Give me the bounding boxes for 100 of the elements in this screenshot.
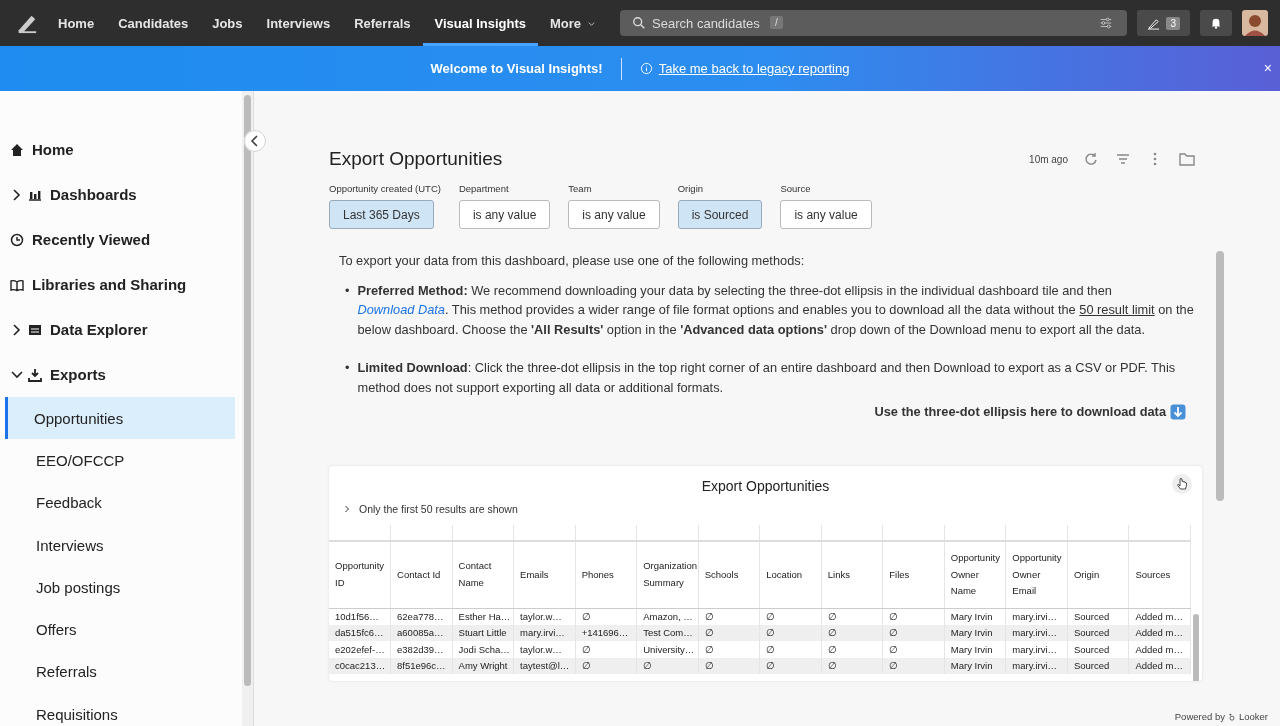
table-cell: mary.irvi… [513,624,576,641]
column-header[interactable]: Phones [575,541,637,608]
results-note[interactable]: Only the first 50 results are shown [343,503,1202,515]
column-header[interactable]: Links [821,541,883,608]
sidebar-item[interactable]: Feedback [5,481,235,524]
filter-button[interactable]: Last 365 Days [329,200,434,229]
table-cell: mary.irvi… [1005,657,1068,674]
sidebar-item[interactable]: Referrals [5,650,235,694]
table-cell: Added m… [1128,641,1191,658]
column-header[interactable]: Contact Name [452,541,514,608]
bullet-marker: • [345,359,350,377]
sidebar-item[interactable]: Home [0,127,242,172]
sidebar-item[interactable]: Dashboards [0,172,242,217]
sidebar-item[interactable]: Opportunities [5,397,235,440]
sidebar-item[interactable]: Data Explorer [0,307,242,352]
sidebar-item[interactable]: Interviews [5,523,235,567]
table-cell: Sourced [1067,641,1129,658]
sidebar-item[interactable]: Offers [5,608,235,651]
bullet-marker: • [345,281,350,300]
sidebar-item[interactable]: Job postings [5,566,235,609]
table-cell: a60085a… [390,624,453,641]
nav-tab[interactable]: Referrals [342,0,423,46]
updated-time: 10m ago [1029,153,1068,165]
close-button[interactable]: × [1263,60,1272,76]
filter-button[interactable]: is any value [568,200,660,229]
nav-tab[interactable]: Interviews [254,0,343,46]
nav-tab[interactable]: Jobs [200,0,255,46]
table-cell: Sourced [1067,608,1129,625]
tile-title: Export Opportunities [701,478,830,494]
text-link[interactable]: Download Data [357,302,445,317]
table-cell: ∅ [698,624,760,641]
table-cell: Mary Irvin [944,624,1006,641]
table-cell: ∅ [698,641,760,658]
table-cell: 10d1f56… [329,608,391,625]
intro-text: To export your data from this dashboard, please use one of the following methods: [339,252,806,270]
column-header[interactable]: Opportunity ID [329,541,391,608]
table-cell: mary.irvi… [1005,608,1068,625]
table-cell: mary.irvi… [1005,641,1068,658]
table-cell: Mary Irvin [944,657,1006,674]
table-cell: ∅ [821,608,883,625]
table-cell: ∅ [821,624,883,641]
column-header[interactable]: Organization Summary [636,541,699,608]
nav-tab[interactable]: Home [46,0,107,46]
table-cell: ∅ [882,641,945,658]
table-cell: Sourced [1067,624,1129,641]
table-cell: 8f51e96c… [390,657,453,674]
hint-text: Use the three-dot ellipsis here to download data [874,403,1166,421]
column-header[interactable]: Files [882,541,945,608]
table-cell: taytest@l… [513,657,576,674]
sidebar-item[interactable]: Recently Viewed [0,217,242,262]
table-cell: taylor.w… [513,608,576,625]
column-header[interactable]: Schools [698,541,760,608]
filter-label: Source [780,183,812,194]
compose-button[interactable]: 3 [1137,10,1190,36]
table-cell: ∅ [575,657,637,674]
table-cell: Esther Ha… [452,608,514,625]
table-cell: ∅ [821,641,883,658]
brand-name: Looker [1238,711,1268,722]
column-header[interactable]: Location [759,541,822,608]
table-cell: ∅ [575,608,637,625]
sidebar-item[interactable]: EEO/OFCCP [5,439,235,482]
table-cell: Mary Irvin [944,641,1006,658]
filter-button[interactable]: is Sourced [677,200,763,229]
count-badge: 3 [1166,16,1180,30]
table-cell: ∅ [759,608,822,625]
table-cell: Added m… [1128,657,1191,674]
bullet-paragraph: Preferred Method: We recommend downloading your data by selecting the three-dot ellipsis in the individual dashboard tile and then Download Data. This method provides a wider range of file format options and enables you to download all the data without the 50 result limit on the below dashboard. Choose the 'All Results' option in the 'Advanced data options' drop down of the Download menu to export all the data. [357,281,1195,339]
filter-label: Department [458,183,510,194]
text-link[interactable]: 50 result limit [1079,302,1155,317]
filter-label: Team [568,183,593,194]
filter-label: Opportunity created (UTC) [329,183,441,194]
table-cell: ∅ [821,657,883,674]
sidebar-item[interactable]: Libraries and Sharing [0,262,242,307]
sidebar-item[interactable]: Exports [0,352,242,397]
nav-tab[interactable]: Candidates [106,0,201,46]
dashboard-title: Export Opportunities [329,148,503,170]
filter-button[interactable]: is any value [780,200,872,229]
table-cell: ∅ [636,657,699,674]
table-cell: ∅ [575,641,637,658]
table-cell: ∅ [759,624,822,641]
column-header[interactable]: Opportunity Owner Name [944,541,1006,608]
table-cell: e382d39… [390,641,453,658]
column-header[interactable]: Contact Id [390,541,453,608]
filter-button[interactable]: is any value [458,200,551,229]
table-cell: ∅ [698,657,760,674]
column-header[interactable]: Origin [1067,541,1129,608]
table-cell: Mary Irvin [944,608,1006,625]
table-cell: ∅ [882,624,945,641]
table-cell: Added m… [1128,608,1191,625]
sidebar-item[interactable]: Requisitions [5,693,235,726]
column-header[interactable]: Opportunity Owner Email [1005,541,1068,608]
nav-tab[interactable]: More [538,0,609,46]
table-cell: Jodi Scha… [452,641,514,658]
powered-by-text: Powered by [1174,711,1225,722]
column-header[interactable]: Sources [1128,541,1191,608]
column-header[interactable]: Emails [513,541,576,608]
table-cell: e202efef-… [329,641,391,658]
table-cell: Sourced [1067,657,1129,674]
table-cell: mary.irvi… [1005,624,1068,641]
table-cell: Amy Wright [452,657,514,674]
